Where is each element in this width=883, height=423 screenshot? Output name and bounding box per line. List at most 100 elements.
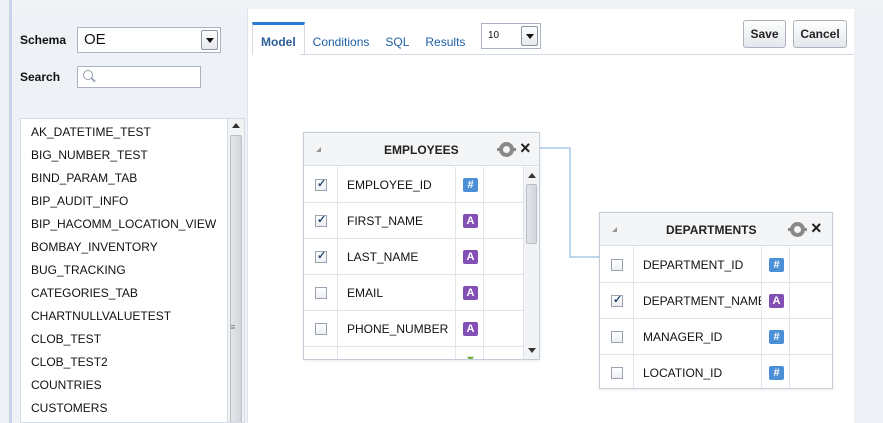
column-name: LOCATION_ID xyxy=(634,355,762,388)
entity-title: EMPLOYEES xyxy=(384,143,459,157)
column-type-cell: A xyxy=(456,203,484,238)
schema-select[interactable]: OE xyxy=(77,27,221,53)
column-row[interactable]: EMAIL A xyxy=(304,275,523,311)
number-type-icon: # xyxy=(463,178,478,192)
search-input[interactable] xyxy=(98,68,198,86)
tab-model[interactable]: Model xyxy=(252,22,305,55)
table-list-item[interactable]: CLOB_TEST xyxy=(21,328,244,351)
table-list-item[interactable]: BOMBAY_INVENTORY xyxy=(21,236,244,259)
schema-label: Schema xyxy=(20,33,67,47)
column-checkbox-cell xyxy=(304,167,338,202)
table-list-item[interactable]: BIG_NUMBER_TEST xyxy=(21,144,244,167)
column-row[interactable]: LOCATION_ID # xyxy=(600,355,832,388)
search-input-box[interactable] xyxy=(77,66,201,88)
column-checkbox[interactable] xyxy=(315,177,327,191)
entity-employees[interactable]: EMPLOYEES × EMPLOYEE_ID#FIRST_NAMEALAST_… xyxy=(303,132,540,360)
cancel-button[interactable]: Cancel xyxy=(793,20,847,48)
column-row[interactable]: PHONE_NUMBER A xyxy=(304,311,523,347)
table-list-item[interactable]: COUNTRIES xyxy=(21,374,244,397)
column-checkbox-cell xyxy=(304,347,338,360)
table-list-item[interactable]: CATEGORIES_TAB xyxy=(21,282,244,305)
table-list-item[interactable]: AK_DATETIME_TEST xyxy=(21,121,244,144)
column-name: EMPLOYEE_ID xyxy=(338,167,456,202)
table-list-scrollbar[interactable]: ≡ xyxy=(227,119,244,422)
column-checkbox[interactable] xyxy=(315,323,327,335)
relationship-connector xyxy=(538,147,600,258)
close-icon[interactable]: × xyxy=(520,139,531,157)
tab-conditions[interactable]: Conditions xyxy=(305,22,378,55)
number-type-icon: # xyxy=(769,258,784,272)
rows-per-page-value: 10 xyxy=(488,30,500,41)
column-type-cell: A xyxy=(456,275,484,310)
scrollbar-thumb[interactable] xyxy=(526,184,537,244)
column-row[interactable]: DEPARTMENT_ID # xyxy=(600,247,832,283)
close-icon[interactable]: × xyxy=(811,219,822,237)
column-checkbox[interactable] xyxy=(315,213,327,227)
column-row[interactable]: DEPARTMENT_NAME A xyxy=(600,283,832,319)
table-list-item[interactable]: BUG_TRACKING xyxy=(21,259,244,282)
right-edge-strip xyxy=(854,9,883,423)
gear-icon[interactable] xyxy=(788,222,807,237)
column-checkbox[interactable] xyxy=(611,331,623,343)
column-checkbox[interactable] xyxy=(315,287,327,299)
entity-header[interactable]: EMPLOYEES × xyxy=(304,133,539,166)
column-type-cell: # xyxy=(762,355,790,388)
column-row[interactable]: MANAGER_ID # xyxy=(600,319,832,355)
schema-select-value: OE xyxy=(84,31,106,48)
search-label: Search xyxy=(20,70,61,84)
chevron-down-icon[interactable] xyxy=(201,30,218,50)
tab-sql[interactable]: SQL xyxy=(377,22,417,55)
column-type-cell: # xyxy=(762,247,790,282)
table-list-item[interactable]: BIP_HACOMM_LOCATION_VIEW xyxy=(21,213,244,236)
entity-departments[interactable]: DEPARTMENTS × DEPARTMENT_ID # DEPARTMENT_N… xyxy=(599,212,833,389)
tab-underline xyxy=(300,54,854,55)
column-checkbox-cell xyxy=(600,283,634,318)
connector-line xyxy=(538,147,600,258)
table-list-item[interactable]: CUSTOMERS xyxy=(21,397,244,420)
schema-row: Schema xyxy=(20,27,66,53)
chevron-down-icon[interactable] xyxy=(521,26,538,46)
column-checkbox[interactable] xyxy=(611,259,623,271)
column-checkbox-cell xyxy=(600,319,634,354)
column-row[interactable]: HIRE_DATE ▼ xyxy=(304,347,523,360)
table-list-item[interactable]: BIP_AUDIT_INFO xyxy=(21,190,244,213)
text-type-icon: A xyxy=(463,214,478,228)
gear-icon[interactable] xyxy=(497,142,516,157)
column-checkbox[interactable] xyxy=(315,249,327,263)
scroll-down-arrow-icon[interactable] xyxy=(528,348,536,353)
column-checkbox[interactable] xyxy=(315,359,327,360)
column-row[interactable]: LAST_NAME A xyxy=(304,239,523,275)
scrollbar-thumb[interactable] xyxy=(230,135,242,422)
column-checkbox[interactable] xyxy=(611,367,623,379)
column-type-cell: ▼ xyxy=(456,347,484,359)
column-row[interactable]: FIRST_NAME A xyxy=(304,203,523,239)
entity-scrollbar[interactable] xyxy=(523,167,539,359)
column-checkbox-cell xyxy=(304,203,338,238)
column-type-cell: # xyxy=(456,167,484,202)
column-type-cell: A xyxy=(456,311,484,346)
table-list-item[interactable]: BIND_PARAM_TAB xyxy=(21,167,244,190)
tab-results[interactable]: Results xyxy=(417,22,473,55)
column-row[interactable]: EMPLOYEE_ID # xyxy=(304,167,523,203)
scroll-up-arrow-icon[interactable] xyxy=(232,123,240,128)
column-name: DEPARTMENT_NAME xyxy=(634,283,762,318)
save-button[interactable]: Save xyxy=(743,20,786,48)
scroll-up-arrow-icon[interactable] xyxy=(528,173,536,178)
table-list-item[interactable]: CLOB_TEST2 xyxy=(21,351,244,374)
search-icon xyxy=(83,70,93,80)
table-list-items: AK_DATETIME_TEST BIG_NUMBER_TEST BIND_PARA… xyxy=(21,119,244,420)
column-checkbox[interactable] xyxy=(611,293,623,307)
entity-header[interactable]: DEPARTMENTS × xyxy=(600,213,832,246)
column-checkbox-cell xyxy=(600,247,634,282)
rows-per-page-select[interactable]: 10 xyxy=(481,23,541,49)
table-list-item[interactable]: CHARTNULLVALUETEST xyxy=(21,305,244,328)
column-checkbox-cell xyxy=(304,311,338,346)
table-list[interactable]: AK_DATETIME_TEST BIG_NUMBER_TEST BIND_PARA… xyxy=(20,118,245,423)
entity-title: DEPARTMENTS xyxy=(666,223,757,237)
collapse-icon[interactable] xyxy=(612,227,617,232)
text-type-icon: A xyxy=(463,250,478,264)
collapse-icon[interactable] xyxy=(316,147,321,152)
column-name: EMAIL xyxy=(338,275,456,310)
column-name: FIRST_NAME xyxy=(338,203,456,238)
scroll-grip-icon: ≡ xyxy=(230,322,236,332)
